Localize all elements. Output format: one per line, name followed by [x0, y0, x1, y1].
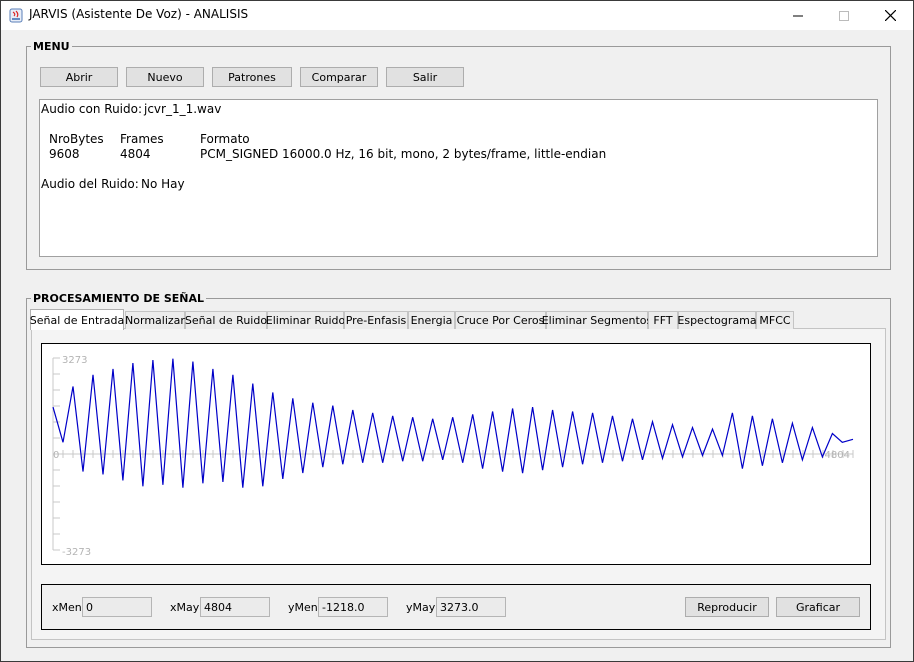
tab-espectograma[interactable]: Espectograma [677, 311, 757, 329]
formato-header: Formato [200, 132, 250, 146]
xmay-label: xMay [170, 601, 200, 614]
menu-group-title: MENU [31, 40, 72, 53]
tab-eliminar-segmentos[interactable]: Eliminar Segmentos [542, 311, 652, 329]
patrones-button[interactable]: Patrones [212, 67, 292, 87]
audio-del-ruido-value: No Hay [141, 177, 185, 191]
reproducir-button[interactable]: Reproducir [685, 597, 769, 617]
audio-con-ruido-value: jcvr_1_1.wav [144, 102, 222, 116]
minimize-button[interactable] [775, 1, 821, 30]
nrobytes-value: 9608 [49, 147, 80, 161]
abrir-button[interactable]: Abrir [40, 67, 118, 87]
tab-cruce-por-ceros[interactable]: Cruce Por Ceros [455, 311, 546, 329]
app-window: JARVIS (Asistente De Voz) - ANALISIS MEN… [0, 0, 914, 662]
x-origin-label: 0 [53, 450, 59, 461]
xmen-label: xMen [52, 601, 82, 614]
salir-button[interactable]: Salir [386, 67, 464, 87]
y-min-label: -3273 [62, 547, 91, 558]
ymen-field[interactable]: -1218.0 [318, 597, 388, 617]
ymay-field[interactable]: 3273.0 [436, 597, 506, 617]
title-bar: JARVIS (Asistente De Voz) - ANALISIS [1, 1, 913, 30]
xmay-field[interactable]: 4804 [200, 597, 270, 617]
ymay-label: yMay [406, 601, 436, 614]
close-icon [884, 10, 896, 21]
tab-eliminar-ruido[interactable]: Eliminar Ruido [266, 311, 345, 329]
waveform-chart: 3273 -3273 0 4804 [52, 355, 854, 558]
tab-mfcc[interactable]: MFCC [756, 311, 794, 329]
audio-con-ruido-label: Audio con Ruido: [41, 102, 143, 116]
nrobytes-header: NroBytes [49, 132, 104, 146]
nuevo-button[interactable]: Nuevo [126, 67, 204, 87]
tab-energia[interactable]: Energia [408, 311, 455, 329]
tab-senal-de-entrada[interactable]: Señal de Entrada [30, 309, 124, 330]
y-max-label: 3273 [62, 355, 87, 366]
frames-header: Frames [120, 132, 164, 146]
xmen-field[interactable]: 0 [82, 597, 152, 617]
plot-controls-panel: xMen 0 xMay 4804 yMen -1218.0 yMay 3273.… [41, 584, 871, 630]
tab-pre-enfasis[interactable]: Pre-Enfasis [344, 311, 408, 329]
close-button[interactable] [867, 1, 913, 30]
comparar-button[interactable]: Comparar [300, 67, 378, 87]
graficar-button[interactable]: Graficar [776, 597, 860, 617]
x-max-label: 4804 [825, 450, 850, 461]
minimize-icon [793, 15, 803, 16]
java-app-icon [9, 8, 23, 23]
maximize-button[interactable] [821, 1, 867, 30]
audio-info-panel: Audio con Ruido: jcvr_1_1.wav NroBytes F… [39, 99, 878, 257]
signal-plot: 3273 -3273 0 4804 [41, 343, 871, 565]
frames-value: 4804 [120, 147, 151, 161]
signal-group-title: PROCESAMIENTO DE SEÑAL [31, 292, 206, 305]
ymen-label: yMen [288, 601, 318, 614]
waveform-series-line [52, 358, 854, 488]
tab-senal-de-ruido[interactable]: Señal de Ruido [185, 311, 267, 329]
tab-fft[interactable]: FFT [648, 311, 678, 329]
formato-value: PCM_SIGNED 16000.0 Hz, 16 bit, mono, 2 b… [200, 147, 607, 161]
audio-del-ruido-label: Audio del Ruido: [41, 177, 139, 191]
window-title: JARVIS (Asistente De Voz) - ANALISIS [29, 7, 249, 21]
tab-normalizar[interactable]: Normalizar [125, 311, 185, 329]
maximize-icon [839, 10, 849, 21]
